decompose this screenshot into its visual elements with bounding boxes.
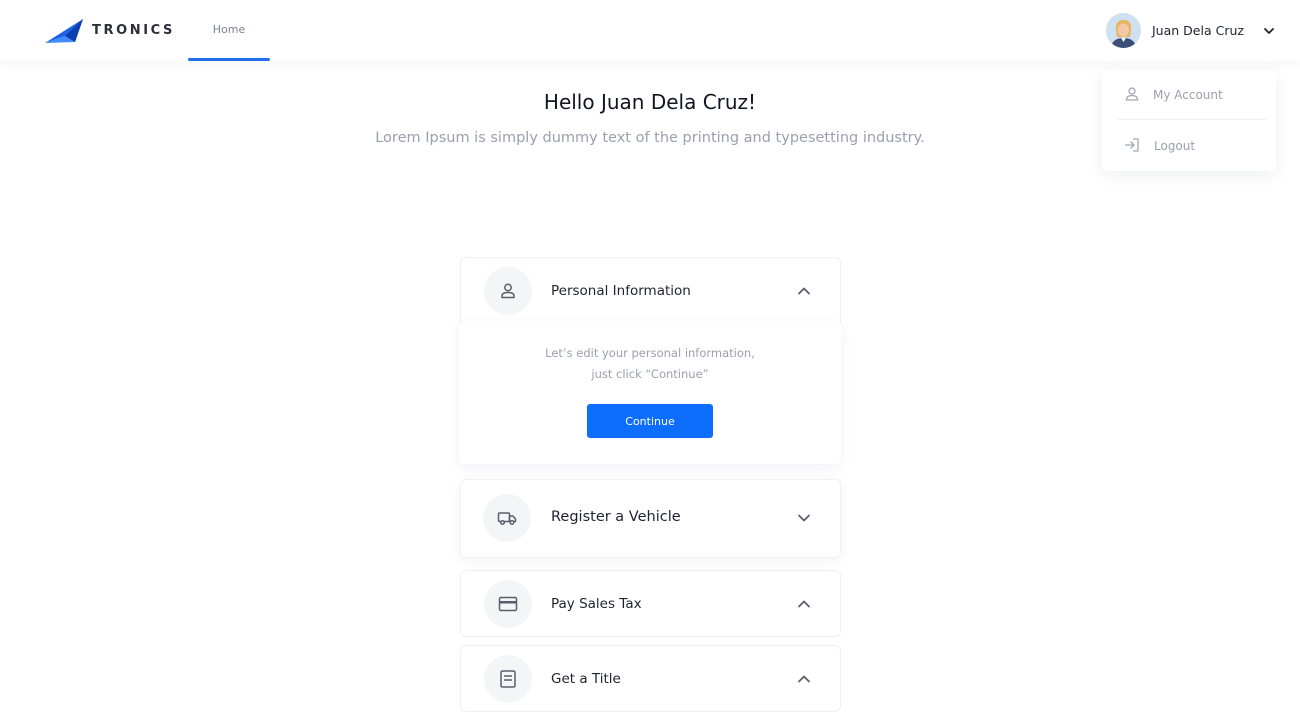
document-icon bbox=[500, 670, 516, 688]
accordion-title: Register a Vehicle bbox=[551, 509, 681, 525]
chevron-down-icon[interactable] bbox=[1262, 24, 1276, 38]
credit-card-icon bbox=[498, 596, 518, 612]
person-icon bbox=[501, 283, 515, 299]
avatar bbox=[1106, 13, 1141, 48]
accordion-panel-personal-information: Let’s edit your personal information, ju… bbox=[459, 321, 841, 464]
user-icon bbox=[1125, 87, 1139, 101]
icon-badge bbox=[483, 494, 531, 542]
menu-item-my-account[interactable]: My Account bbox=[1102, 72, 1276, 116]
accordion-header-register-vehicle[interactable]: Register a Vehicle bbox=[461, 485, 840, 551]
panel-text-line-1: Let’s edit your personal information, bbox=[545, 346, 755, 360]
accordion-title: Personal Information bbox=[551, 283, 691, 299]
chevron-down-icon[interactable] bbox=[796, 510, 812, 526]
panel-text-line-2: just click “Continue” bbox=[591, 367, 709, 381]
user-name: Juan Dela Cruz bbox=[1152, 23, 1244, 38]
icon-badge bbox=[484, 655, 532, 703]
user-menu-toggle[interactable]: Juan Dela Cruz bbox=[1106, 13, 1281, 49]
nav-tab-home[interactable]: Home bbox=[188, 0, 270, 61]
panel-instructions: Let’s edit your personal information, ju… bbox=[459, 343, 841, 385]
logout-icon bbox=[1124, 138, 1139, 152]
brand-name: TRONICS bbox=[92, 23, 175, 38]
accordion-personal-information: Personal Information bbox=[460, 257, 841, 327]
chevron-up-icon[interactable] bbox=[796, 596, 812, 612]
truck-icon bbox=[497, 512, 517, 526]
accordion-get-title: Get a Title bbox=[460, 645, 841, 712]
menu-item-logout[interactable]: Logout bbox=[1102, 123, 1276, 167]
nav-tab-home-label: Home bbox=[212, 23, 246, 36]
logo-icon[interactable] bbox=[45, 18, 85, 44]
accordion-register-vehicle: Register a Vehicle bbox=[460, 479, 841, 558]
accordion-header-get-title[interactable]: Get a Title bbox=[461, 646, 840, 712]
icon-badge bbox=[484, 580, 532, 628]
accordion-header-pay-sales-tax[interactable]: Pay Sales Tax bbox=[461, 571, 840, 637]
icon-badge bbox=[484, 267, 532, 315]
accordion-title: Get a Title bbox=[551, 671, 621, 687]
menu-divider bbox=[1118, 119, 1266, 120]
menu-item-logout-label: Logout bbox=[1154, 139, 1196, 153]
active-tab-indicator bbox=[188, 58, 270, 61]
accordion-header-personal-information[interactable]: Personal Information bbox=[461, 258, 840, 324]
user-dropdown-menu: My Account Logout bbox=[1102, 70, 1276, 171]
continue-button[interactable]: Continue bbox=[587, 404, 713, 438]
chevron-up-icon[interactable] bbox=[796, 283, 812, 299]
accordion-title: Pay Sales Tax bbox=[551, 596, 642, 612]
menu-item-my-account-label: My Account bbox=[1153, 88, 1223, 102]
accordion-pay-sales-tax: Pay Sales Tax bbox=[460, 570, 841, 637]
top-navigation-bar: TRONICS Home Juan Dela Cruz bbox=[0, 0, 1300, 61]
chevron-up-icon[interactable] bbox=[796, 671, 812, 687]
